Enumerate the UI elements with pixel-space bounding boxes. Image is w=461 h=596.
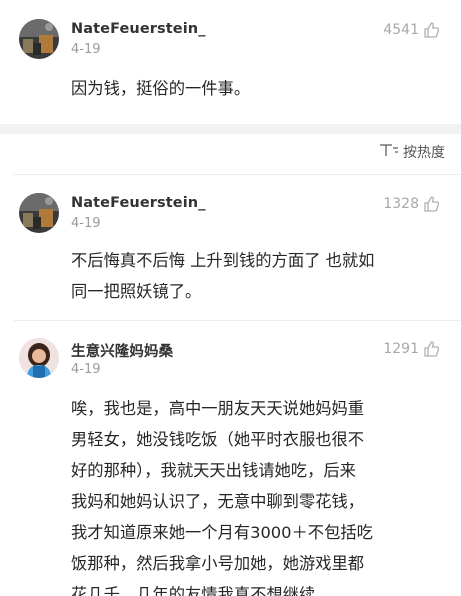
comment-text-line: 饭那种，然后我拿小号加她，她游戏里都 xyxy=(71,554,365,573)
comment-text-line: 我妈和她妈认识了，无意中聊到零花钱， xyxy=(71,492,365,511)
like-button[interactable]: 1291 xyxy=(383,339,441,359)
like-count: 1291 xyxy=(383,341,419,357)
comment-text-line: 唉，我也是，高中一朋友天天说她妈妈重 xyxy=(71,399,365,418)
avatar[interactable] xyxy=(19,19,59,59)
comment-text-line: 因为钱，挺俗的一件事。 xyxy=(71,79,251,98)
comments-page: NateFeuerstein_ 4-19 4541 因为钱，挺俗的一件事。 按热… xyxy=(0,0,461,596)
avatar[interactable] xyxy=(19,338,59,378)
comment-date: 4-19 xyxy=(71,216,101,231)
sort-button[interactable]: 按热度 xyxy=(379,142,445,162)
comment-text: 因为钱，挺俗的一件事。 xyxy=(71,73,447,104)
comment-text-line: 我才知道原来她一个月有3000＋不包括吃 xyxy=(71,523,373,542)
avatar[interactable] xyxy=(19,193,59,233)
divider xyxy=(14,320,461,321)
comment-username[interactable]: NateFeuerstein_ xyxy=(71,195,206,211)
comment-text-line: 同一把照妖镜了。 xyxy=(71,282,202,301)
comment-text: 不后悔真不后悔 上升到钱的方面了 也就如 同一把照妖镜了。 xyxy=(71,245,447,307)
like-button[interactable]: 4541 xyxy=(383,20,441,40)
section-divider xyxy=(0,124,461,134)
comment-text-line: 男轻女，她没钱吃饭（她平时衣服也很不 xyxy=(71,430,365,449)
comment-text: 唉，我也是，高中一朋友天天说她妈妈重 男轻女，她没钱吃饭（她平时衣服也很不 好的… xyxy=(71,393,447,596)
thumbs-up-icon xyxy=(423,21,441,39)
comment-date: 4-19 xyxy=(71,362,101,377)
thumbs-up-icon xyxy=(423,340,441,358)
sort-bar: 按热度 xyxy=(0,136,461,174)
like-button[interactable]: 1328 xyxy=(383,194,441,214)
comment-username[interactable]: NateFeuerstein_ xyxy=(71,21,206,37)
divider xyxy=(14,174,461,175)
thumbs-up-icon xyxy=(423,195,441,213)
comment-username[interactable]: 生意兴隆妈妈桑 xyxy=(71,340,173,361)
comment-date: 4-19 xyxy=(71,42,101,57)
comment-text-line: 好的那种），我就天天出钱请她吃，后来 xyxy=(71,461,356,480)
comment-text-line: 不后悔真不后悔 上升到钱的方面了 也就如 xyxy=(71,251,375,270)
sort-label: 按热度 xyxy=(403,145,445,161)
like-count: 1328 xyxy=(383,196,419,212)
like-count: 4541 xyxy=(383,22,419,38)
sort-icon xyxy=(379,143,399,161)
comment-text-line: 花几千，几年的友情我真不想继续 xyxy=(71,585,316,596)
